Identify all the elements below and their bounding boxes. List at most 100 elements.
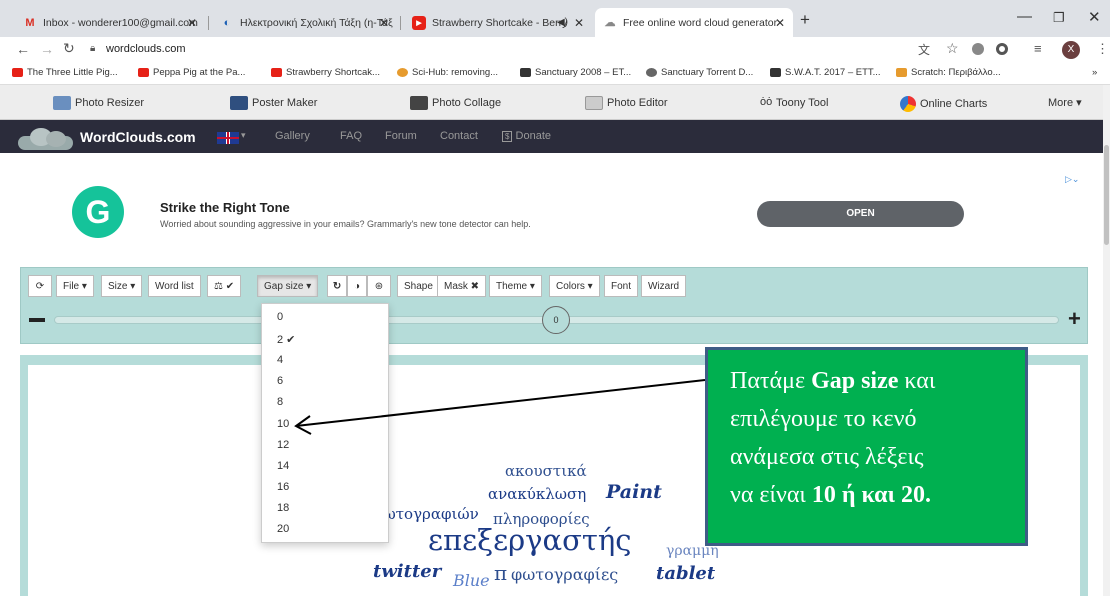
- new-tab-button[interactable]: +: [800, 10, 810, 30]
- cloud-logo-icon: [18, 126, 78, 150]
- close-icon[interactable]: ✕: [187, 16, 197, 30]
- translate-icon[interactable]: 文: [918, 41, 930, 58]
- language-check-button[interactable]: ⚖ ✔: [207, 275, 242, 297]
- restore-icon[interactable]: ❐: [1053, 10, 1065, 26]
- reading-list-icon[interactable]: ≡: [1034, 41, 1042, 56]
- forward-icon[interactable]: →: [40, 41, 54, 57]
- audio-icon[interactable]: ◀): [557, 17, 568, 28]
- instruction-callout: Πατάμε Gap size και επιλέγουμε το κενό α…: [705, 347, 1028, 546]
- close-icon[interactable]: ✕: [379, 16, 389, 30]
- reload-icon[interactable]: ↻: [63, 40, 75, 57]
- online-charts-link[interactable]: Online Charts: [900, 96, 987, 112]
- ad-open-button[interactable]: OPEN: [757, 201, 964, 227]
- mask-button[interactable]: Mask ✖: [437, 275, 487, 297]
- tab-eclass[interactable]: ◐ Ηλεκτρονική Σχολική Τάξη (η-Τάξ ✕: [212, 8, 397, 37]
- address-bar: ← → ↻ 🔒︎ wordclouds.com 文 ☆ ≡ X ⋮: [0, 37, 1110, 63]
- browser-tab-bar: M Inbox - wonderer100@gmail.com ✕ ◐ Ηλεκ…: [0, 0, 1110, 37]
- lock-icon: 🔒︎: [90, 43, 96, 54]
- poster-icon: [230, 96, 248, 110]
- advertisement[interactable]: G Strike the Right Tone Worried about so…: [20, 173, 1085, 253]
- bookmark-item[interactable]: Sanctuary Torrent D...: [646, 67, 753, 78]
- gap-option[interactable]: 10: [277, 418, 289, 430]
- tab-wordclouds[interactable]: ☁ Free online word cloud generator ✕: [595, 8, 793, 37]
- redo-button[interactable]: ↻: [327, 275, 347, 297]
- tab-youtube[interactable]: ▶ Strawberry Shortcake - Berry ◀) ✕: [404, 8, 592, 37]
- adchoices-icon[interactable]: ▷⌄: [1065, 174, 1079, 185]
- gap-option[interactable]: 20: [277, 523, 289, 535]
- extension-icon[interactable]: [996, 43, 1008, 55]
- nav-contact[interactable]: Contact: [440, 130, 478, 142]
- wizard-button[interactable]: Wizard: [641, 275, 687, 297]
- chevron-down-icon[interactable]: ▾: [241, 130, 246, 141]
- poster-maker-link[interactable]: Poster Maker: [230, 96, 317, 110]
- more-bookmarks-icon[interactable]: »: [1092, 67, 1097, 78]
- brand-title[interactable]: WordClouds.com: [80, 129, 196, 145]
- zoom-in-icon[interactable]: +: [1068, 306, 1081, 332]
- gap-size-button[interactable]: Gap size ▾: [257, 275, 319, 297]
- size-menu-button[interactable]: Size ▾: [101, 275, 143, 297]
- window-close-icon[interactable]: ✕: [1088, 8, 1101, 26]
- cloud-word: Paint: [606, 481, 662, 503]
- back-icon[interactable]: ←: [16, 41, 30, 57]
- refresh-button[interactable]: ⟳: [28, 275, 52, 297]
- avatar[interactable]: X: [1062, 41, 1080, 59]
- word-list-button[interactable]: Word list: [148, 275, 201, 297]
- close-icon[interactable]: ✕: [574, 16, 584, 30]
- font-button[interactable]: Font: [604, 275, 639, 297]
- gap-option[interactable]: 12: [277, 439, 289, 451]
- tab-gmail[interactable]: M Inbox - wonderer100@gmail.com ✕: [15, 8, 205, 37]
- gap-option[interactable]: 0: [277, 311, 283, 323]
- toony-tool-link[interactable]: ȯȯ Toony Tool: [760, 96, 828, 110]
- grammarly-logo-icon: G: [72, 186, 124, 238]
- bookmark-item[interactable]: Sci-Hub: removing...: [397, 67, 498, 78]
- gap-size-dropdown: 0 2 ✔ 4 6 8 10 12 14 16 18 20: [261, 303, 389, 543]
- help-button[interactable]: ⊛: [367, 275, 391, 297]
- close-icon[interactable]: ✕: [775, 16, 785, 30]
- callout-line: Πατάμε Gap size και: [730, 368, 936, 394]
- more-menu[interactable]: More ▾: [1048, 96, 1082, 109]
- tab-label: Strawberry Shortcake - Berry: [432, 16, 568, 29]
- tool-links-bar: Photo Resizer Poster Maker Photo Collage…: [0, 85, 1103, 120]
- theme-menu-button[interactable]: Theme ▾: [489, 275, 542, 297]
- shape-button[interactable]: Shape: [397, 275, 440, 297]
- bookmark-item[interactable]: Strawberry Shortcak...: [271, 67, 380, 78]
- file-menu-button[interactable]: File ▾: [56, 275, 94, 297]
- slider-handle[interactable]: 0: [542, 306, 570, 334]
- extension-icon[interactable]: [972, 43, 984, 55]
- colors-menu-button[interactable]: Colors ▾: [549, 275, 600, 297]
- url-text[interactable]: wordclouds.com: [106, 43, 185, 55]
- bookmark-item[interactable]: Peppa Pig at the Pa...: [138, 67, 245, 78]
- nav-gallery[interactable]: Gallery: [275, 130, 310, 142]
- photo-collage-link[interactable]: Photo Collage: [410, 96, 501, 110]
- menu-icon[interactable]: ⋮: [1096, 41, 1109, 57]
- youtube-icon: ▶: [412, 15, 426, 30]
- contrast-button[interactable]: ◑: [347, 275, 367, 297]
- tab-label: Ηλεκτρονική Σχολική Τάξη (η-Τάξ: [240, 16, 393, 29]
- gap-option[interactable]: 8: [277, 396, 283, 408]
- gap-option[interactable]: 18: [277, 502, 289, 514]
- nav-faq[interactable]: FAQ: [340, 130, 362, 142]
- bookmark-item[interactable]: The Three Little Pig...: [12, 67, 118, 78]
- gap-option-selected[interactable]: 2 ✔: [277, 333, 295, 346]
- cloud-word: Blue: [453, 571, 490, 590]
- toony-icon: ȯȯ: [760, 96, 773, 108]
- uk-flag-icon[interactable]: [217, 132, 239, 144]
- photo-editor-link[interactable]: Photo Editor: [585, 96, 668, 110]
- nav-donate[interactable]: $ Donate: [502, 130, 551, 142]
- gap-option[interactable]: 14: [277, 460, 289, 472]
- zoom-out-icon[interactable]: [29, 318, 45, 322]
- nav-forum[interactable]: Forum: [385, 130, 417, 142]
- bookmark-item[interactable]: Scratch: Περιβάλλο...: [896, 67, 1001, 78]
- minimize-icon[interactable]: —: [1017, 8, 1032, 25]
- callout-line: επιλέγουμε το κενό: [730, 406, 917, 432]
- bookmark-item[interactable]: S.W.A.T. 2017 – ETT...: [770, 67, 881, 78]
- callout-line: ανάμεσα στις λέξεις: [730, 444, 924, 470]
- gap-option[interactable]: 4: [277, 354, 283, 366]
- gap-option[interactable]: 16: [277, 481, 289, 493]
- photo-resizer-link[interactable]: Photo Resizer: [53, 96, 144, 110]
- gap-option[interactable]: 6: [277, 375, 283, 387]
- editor-toolbar: ⟳ File ▾ Size ▾ Word list ⚖ ✔ Gap size ▾…: [20, 267, 1088, 344]
- scrollbar[interactable]: [1103, 85, 1110, 596]
- star-icon[interactable]: ☆: [946, 40, 959, 57]
- bookmark-item[interactable]: Sanctuary 2008 – ET...: [520, 67, 631, 78]
